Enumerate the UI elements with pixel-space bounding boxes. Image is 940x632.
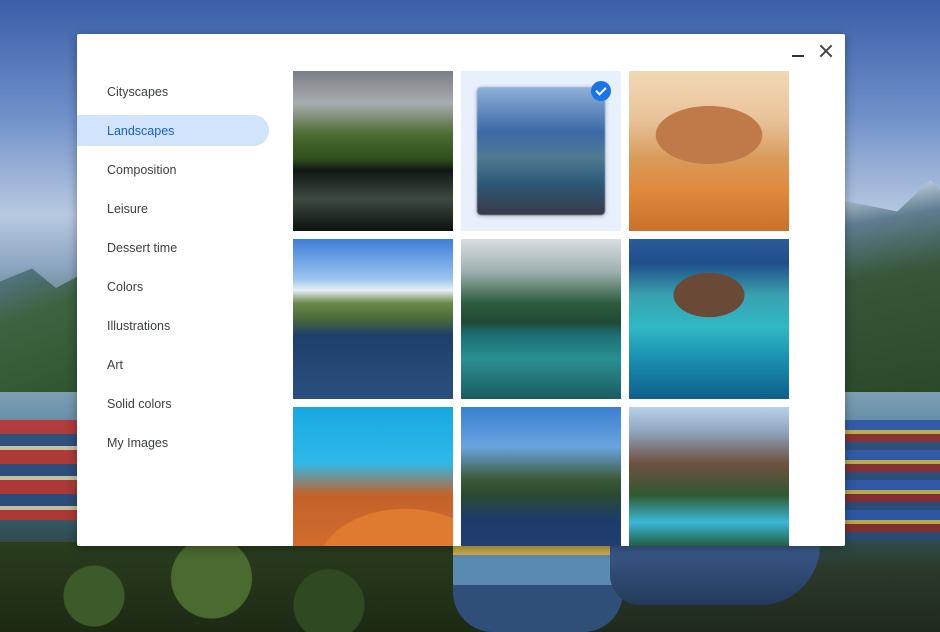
sidebar-item-leisure[interactable]: Leisure	[77, 193, 269, 224]
wallpaper-tile-misty-forest-lake[interactable]	[461, 239, 621, 399]
wallpaper-tile-sea-cliffs[interactable]	[293, 239, 453, 399]
wallpaper-boats-left	[0, 420, 80, 520]
sidebar-item-my-images[interactable]: My Images	[77, 427, 269, 458]
wallpaper-grid	[293, 71, 789, 546]
sidebar-item-landscapes[interactable]: Landscapes	[77, 115, 269, 146]
wallpaper-thumbnail	[293, 71, 453, 231]
wallpaper-tile-desert-mesa[interactable]	[629, 71, 789, 231]
wallpaper-thumbnail	[477, 87, 605, 215]
close-button[interactable]	[815, 42, 837, 60]
sidebar-item-art[interactable]: Art	[77, 349, 269, 380]
checkmark-circle-icon	[591, 81, 611, 101]
sidebar-item-cityscapes[interactable]: Cityscapes	[77, 76, 269, 107]
wallpaper-shrubs	[0, 542, 470, 632]
wallpaper-tile-orange-sand-dune[interactable]	[293, 407, 453, 546]
wallpaper-mountain-left	[0, 268, 80, 392]
wallpaper-picker-dialog: Cityscapes Landscapes Composition Leisur…	[77, 34, 845, 546]
close-icon	[819, 44, 833, 58]
wallpaper-boats-right	[845, 420, 940, 540]
window-controls	[787, 42, 837, 60]
sidebar-item-solid-colors[interactable]: Solid colors	[77, 388, 269, 419]
minimize-button[interactable]	[787, 42, 809, 60]
wallpaper-tile-mountain-lake-reflection[interactable]	[293, 71, 453, 231]
wallpaper-thumbnail	[293, 239, 453, 399]
wallpaper-thumbnail	[629, 239, 789, 399]
wallpaper-thumbnail	[629, 71, 789, 231]
sidebar-item-dessert-time[interactable]: Dessert time	[77, 232, 269, 263]
wallpaper-tile-turquoise-mountain-lake[interactable]	[629, 407, 789, 546]
minimize-icon	[792, 55, 804, 57]
wallpaper-tile-coral-reef-island[interactable]	[629, 239, 789, 399]
wallpaper-tile-lake-dock[interactable]	[461, 407, 621, 546]
sidebar-item-illustrations[interactable]: Illustrations	[77, 310, 269, 341]
wallpaper-thumbnail	[293, 407, 453, 546]
wallpaper-thumbnail	[461, 407, 621, 546]
wallpaper-mountain-right	[845, 180, 940, 390]
wallpaper-boat	[610, 545, 820, 605]
wallpaper-thumbnail	[629, 407, 789, 546]
wallpaper-thumbnail	[461, 239, 621, 399]
wallpaper-boat	[453, 545, 623, 632]
sidebar-item-composition[interactable]: Composition	[77, 154, 269, 185]
category-sidebar: Cityscapes Landscapes Composition Leisur…	[77, 76, 277, 466]
wallpaper-tile-lake-with-boats[interactable]	[461, 71, 621, 231]
sidebar-item-colors[interactable]: Colors	[77, 271, 269, 302]
